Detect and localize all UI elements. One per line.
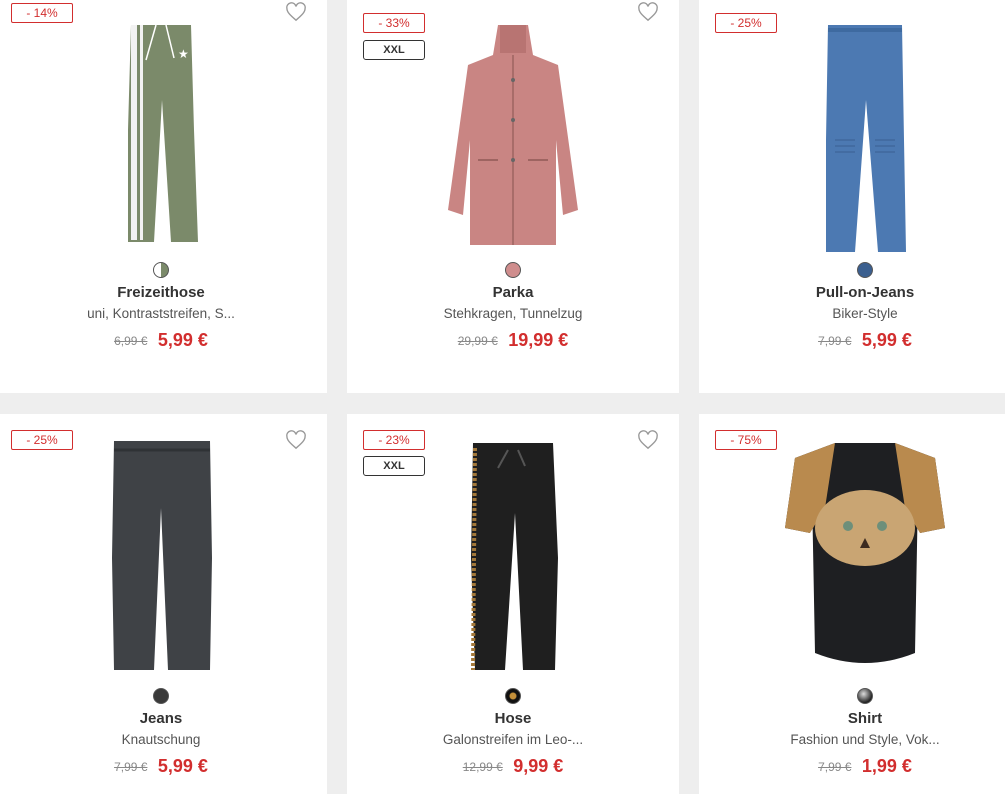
old-price: 7,99 € (114, 759, 148, 774)
product-description: Fashion und Style, Vok... (790, 732, 940, 747)
sale-price: 5,99 € (157, 756, 208, 776)
discount-badge: - 14% (11, 3, 73, 23)
old-price: 29,99 € (457, 333, 498, 348)
product-name[interactable]: Parka (347, 284, 679, 301)
product-description: Biker-Style (832, 306, 898, 321)
product-image[interactable] (106, 438, 216, 673)
product-image[interactable] (780, 438, 950, 673)
discount-badge: - 75% (715, 430, 777, 450)
product-image[interactable] (463, 438, 563, 673)
size-badge: XXL (363, 40, 425, 60)
heart-icon[interactable] (285, 430, 307, 450)
product-card[interactable]: - 25% Pull-on-Jeans Biker-Style 7,99 € 5… (699, 0, 1005, 393)
sale-price: 1,99 € (861, 756, 912, 776)
product-card[interactable]: - 14% ★ Freizeithose uni, Kontraststreif… (0, 0, 327, 393)
sale-price: 19,99 € (508, 330, 569, 350)
product-description: Stehkragen, Tunnelzug (443, 306, 583, 321)
price-row: 12,99 € 9,99 € (347, 756, 679, 777)
product-name[interactable]: Freizeithose (0, 284, 327, 301)
price-row: 29,99 € 19,99 € (347, 330, 679, 351)
price-row: 7,99 € 1,99 € (699, 756, 1005, 777)
product-card[interactable]: - 33% XXL Parka Stehkragen, Tunnelzug 29… (347, 0, 679, 393)
color-swatch[interactable] (153, 688, 169, 704)
sale-price: 5,99 € (861, 330, 912, 350)
product-card[interactable]: - 25% Jeans Knautschung 7,99 € 5,99 € (0, 414, 327, 794)
price-row: 7,99 € 5,99 € (0, 756, 327, 777)
color-swatch[interactable] (857, 688, 873, 704)
product-image[interactable] (820, 20, 910, 260)
price-row: 6,99 € 5,99 € (0, 330, 327, 351)
product-image[interactable]: ★ (116, 10, 206, 250)
product-description: Knautschung (121, 732, 201, 747)
old-price: 7,99 € (818, 759, 852, 774)
discount-badge: - 23% (363, 430, 425, 450)
discount-badge: - 25% (11, 430, 73, 450)
heart-icon[interactable] (637, 2, 659, 22)
old-price: 6,99 € (114, 333, 148, 348)
old-price: 12,99 € (462, 759, 503, 774)
discount-badge: - 25% (715, 13, 777, 33)
product-image[interactable] (438, 20, 588, 260)
heart-icon[interactable] (285, 2, 307, 22)
product-name[interactable]: Jeans (0, 710, 327, 727)
product-name[interactable]: Pull-on-Jeans (699, 284, 1005, 301)
sale-price: 5,99 € (157, 330, 208, 350)
heart-icon[interactable] (637, 430, 659, 450)
color-swatch[interactable] (505, 688, 521, 704)
price-row: 7,99 € 5,99 € (699, 330, 1005, 351)
sale-price: 9,99 € (513, 756, 564, 776)
discount-badge: - 33% (363, 13, 425, 33)
product-name[interactable]: Hose (347, 710, 679, 727)
color-swatch[interactable] (505, 262, 521, 278)
svg-text:★: ★ (178, 47, 189, 61)
color-swatch[interactable] (153, 262, 169, 278)
product-description: uni, Kontraststreifen, S... (87, 306, 235, 321)
old-price: 7,99 € (818, 333, 852, 348)
product-name[interactable]: Shirt (699, 710, 1005, 727)
color-swatch[interactable] (857, 262, 873, 278)
size-badge: XXL (363, 456, 425, 476)
product-card[interactable]: - 75% Shirt Fashion und Style, Vok... 7,… (699, 414, 1005, 794)
product-description: Galonstreifen im Leo-... (442, 732, 584, 747)
product-card[interactable]: - 23% XXL Hose Galonstreifen im Leo-... … (347, 414, 679, 794)
